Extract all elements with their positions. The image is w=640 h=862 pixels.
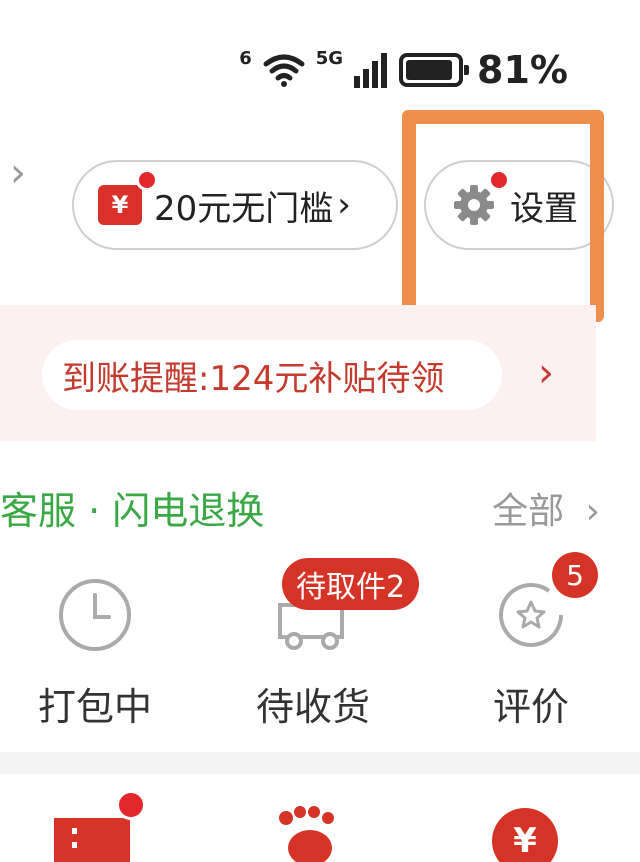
pickup-badge: 待取件2 xyxy=(282,558,420,610)
order-packing[interactable]: 打包中 xyxy=(0,560,190,731)
ticket-icon[interactable] xyxy=(54,790,146,862)
network-type: 5G xyxy=(315,47,344,69)
footprint-icon[interactable] xyxy=(276,806,346,862)
wifi-superscript: 6 xyxy=(239,47,252,69)
yen-icon[interactable]: ¥ xyxy=(492,808,558,862)
subsidy-notice[interactable]: 到账提醒:124元补贴待领 xyxy=(42,340,502,410)
signal-icon xyxy=(354,53,388,88)
battery-percentage: 81% xyxy=(477,48,568,92)
order-review[interactable]: 评价 xyxy=(436,560,626,731)
section-title: 客服 · 闪电退换 xyxy=(0,489,265,533)
order-review-label: 评价 xyxy=(492,685,569,729)
battery-icon xyxy=(399,53,470,87)
coupon-button[interactable]: ¥ 20元无门槛 › xyxy=(72,160,398,250)
notification-dot xyxy=(116,790,146,820)
coupon-icon-symbol: ¥ xyxy=(111,191,129,219)
notification-dot xyxy=(136,169,158,191)
chevron-right-icon[interactable]: › xyxy=(538,350,554,396)
status-bar: 6 5G 81% xyxy=(239,40,568,100)
order-to-receive-label: 待收货 xyxy=(255,685,370,729)
order-packing-label: 打包中 xyxy=(37,685,152,729)
highlight-box xyxy=(402,110,604,322)
all-orders-label: 全部 xyxy=(492,491,565,532)
wifi-icon xyxy=(263,54,305,87)
clock-icon xyxy=(0,560,190,670)
chevron-right-icon: › xyxy=(585,491,600,532)
review-count-badge: 5 xyxy=(552,552,598,598)
coupon-icon: ¥ xyxy=(98,169,158,225)
yen-symbol: ¥ xyxy=(492,808,558,862)
chevron-right-icon: › xyxy=(337,185,351,225)
coupon-label: 20元无门槛 xyxy=(154,188,334,229)
all-orders-link[interactable]: 全部 › xyxy=(492,482,600,534)
section-divider xyxy=(0,752,640,774)
chevron-right-icon[interactable]: › xyxy=(10,150,26,196)
